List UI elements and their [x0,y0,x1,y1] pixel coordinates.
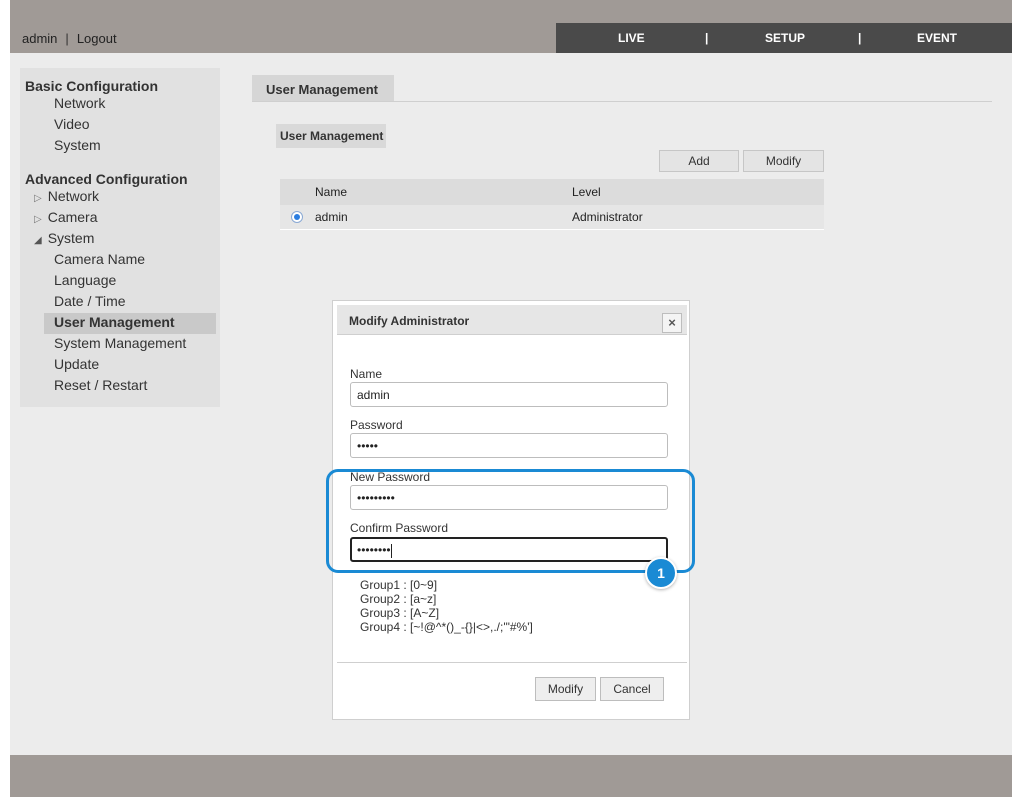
name-label: Name [350,367,383,381]
dialog-title: Modify Administrator [349,314,470,328]
tab-user-management[interactable]: User Management [252,75,394,101]
section-title: User Management [276,124,386,148]
logout-link[interactable]: Logout [77,31,117,46]
sidebar-item-adv-network[interactable]: Network [34,188,99,204]
sidebar-item-user-management[interactable]: User Management [54,314,175,330]
advanced-config-heading: Advanced Configuration [25,171,188,187]
callout-highlight-box [326,469,695,573]
nav-separator: | [705,31,709,45]
nav-separator: | [858,31,862,45]
sidebar-item-update[interactable]: Update [54,356,99,372]
user-separator: | [65,31,69,46]
sidebar-menu: Basic Configuration Network Video System… [20,68,220,407]
password-field[interactable]: ••••• [350,433,668,458]
table-header: Name Level [280,179,824,205]
user-area: admin | Logout [22,31,117,46]
username: admin [22,31,58,46]
hint-group4: Group4 : [~!@^*()_-{}|<>,./;'"#%'] [360,620,533,634]
password-label: Password [350,418,403,432]
sidebar-item-system-management[interactable]: System Management [54,335,186,351]
row-radio[interactable] [291,211,303,223]
row-name: admin [315,210,348,224]
callout-badge: 1 [645,557,677,589]
sidebar-item-language[interactable]: Language [54,272,116,288]
dialog-modify-button[interactable]: Modify [535,677,596,701]
sidebar: Basic Configuration Network Video System… [10,53,230,755]
sidebar-item-camera-name[interactable]: Camera Name [54,251,145,267]
sidebar-item-date-time[interactable]: Date / Time [54,293,126,309]
dialog-cancel-button[interactable]: Cancel [600,677,664,701]
close-icon[interactable]: × [662,313,682,333]
sidebar-item-network[interactable]: Network [54,95,105,111]
footer-bar [10,755,1012,797]
nav-live[interactable]: LIVE [618,31,645,45]
hint-group3: Group3 : [A~Z] [360,606,440,620]
dialog-header: Modify Administrator × [337,305,687,335]
sidebar-item-adv-camera[interactable]: Camera [34,209,98,225]
top-bar: admin | Logout LIVE | SETUP | EVENT [10,23,1012,53]
name-field[interactable]: admin [350,382,668,407]
sidebar-item-adv-system[interactable]: System [34,230,95,246]
column-name: Name [315,185,348,199]
tab-divider [252,101,992,102]
hint-group2: Group2 : [a~z] [360,592,437,606]
add-user-button[interactable]: Add [659,150,739,172]
dialog-divider [337,662,687,663]
sidebar-item-system[interactable]: System [54,137,101,153]
table-row[interactable]: admin Administrator [280,205,824,230]
column-level: Level [572,185,601,199]
row-level: Administrator [572,210,643,224]
basic-config-heading: Basic Configuration [25,78,159,94]
main-nav: LIVE | SETUP | EVENT [556,23,1012,53]
sidebar-item-reset-restart[interactable]: Reset / Restart [54,377,147,393]
user-table: Name Level admin Administrator [280,179,824,231]
modify-user-button[interactable]: Modify [743,150,824,172]
nav-setup[interactable]: SETUP [765,31,805,45]
hint-group1: Group1 : [0~9] [360,578,438,592]
sidebar-item-video[interactable]: Video [54,116,90,132]
nav-event[interactable]: EVENT [917,31,957,45]
